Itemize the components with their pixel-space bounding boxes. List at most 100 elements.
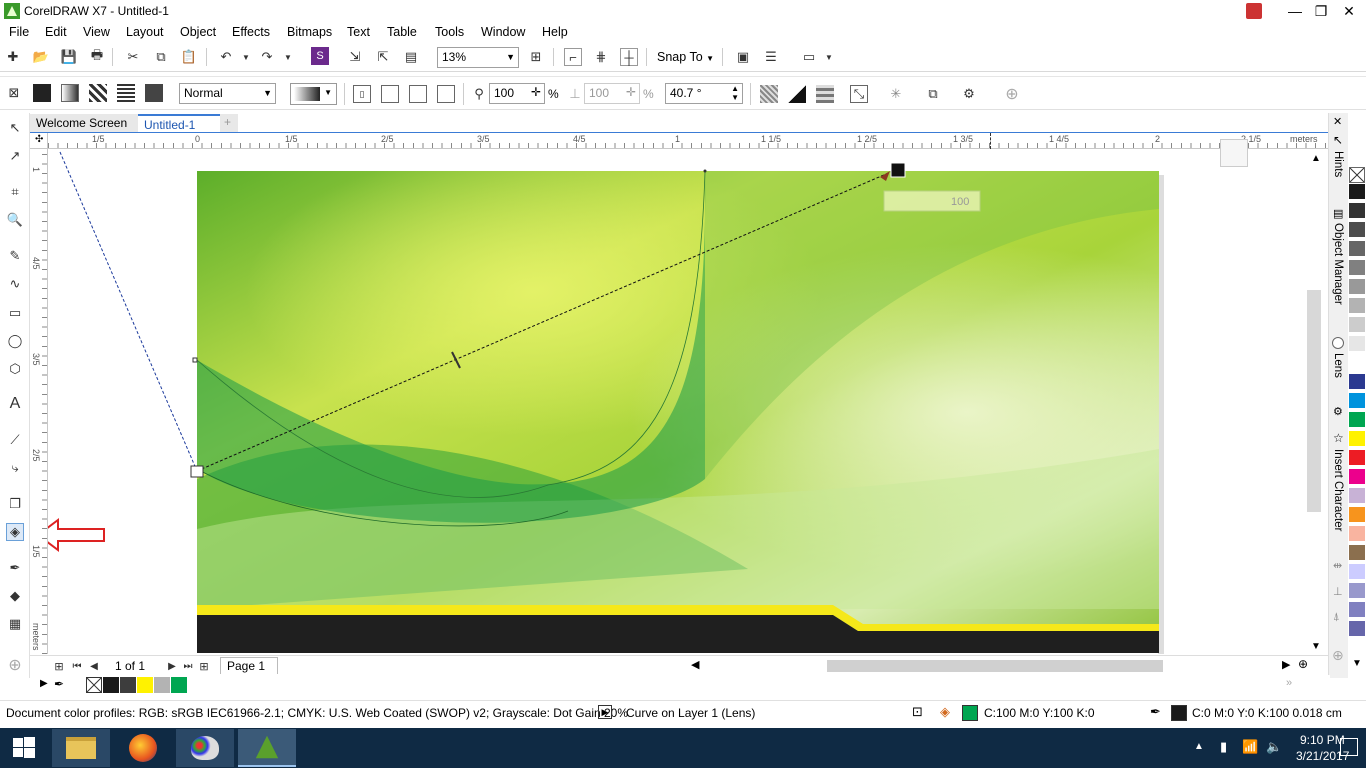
zoom-level-select[interactable]: 13% ▼ <box>437 47 519 68</box>
undo-icon[interactable]: ↶ <box>217 48 235 66</box>
docker-close-icon[interactable]: ✕ <box>1333 115 1342 128</box>
add-tab-button[interactable]: + <box>220 114 238 133</box>
menu-text[interactable]: Text <box>347 25 370 39</box>
palette-swatch[interactable] <box>1349 260 1365 276</box>
undo-dropdown-icon[interactable]: ▼ <box>237 48 255 66</box>
guidelines-toggle-icon[interactable]: ┼ <box>620 48 638 66</box>
open-icon[interactable]: 📂 <box>32 48 50 66</box>
interactive-fill-tool-icon[interactable]: ◆ <box>6 587 24 605</box>
docker-tab-object-manager[interactable]: Object Manager <box>1332 223 1344 305</box>
docker-tab-insert-character[interactable]: Insert Character <box>1332 449 1344 531</box>
freehand-tool-icon[interactable]: ✎ <box>6 247 24 265</box>
zoom-fit-icon[interactable]: ⊞ <box>527 48 545 66</box>
windows-start-icon[interactable] <box>0 729 48 767</box>
first-page-icon[interactable]: ⏮ <box>68 657 86 675</box>
export-icon[interactable]: ⇱ <box>374 48 392 66</box>
menu-bitmaps[interactable]: Bitmaps <box>287 25 332 39</box>
merge-mode-select[interactable]: Normal ▼ <box>179 83 276 104</box>
connector-tool-icon[interactable]: ⤷ <box>6 459 24 477</box>
palette-swatch[interactable] <box>1349 526 1365 542</box>
menu-view[interactable]: View <box>83 25 110 39</box>
docker-tab-hints[interactable]: Hints <box>1332 151 1344 177</box>
import-icon[interactable]: ⇲ <box>346 48 364 66</box>
redo-dropdown-icon[interactable]: ▼ <box>279 48 297 66</box>
show-hidden-icons[interactable]: ▲ <box>1194 741 1204 752</box>
customize-toolbar-icon[interactable]: ▭ <box>800 48 818 66</box>
menu-tools[interactable]: Tools <box>435 25 464 39</box>
palette-swatch[interactable] <box>1349 488 1365 504</box>
palette-swatch[interactable] <box>1349 412 1365 428</box>
menu-edit[interactable]: Edit <box>45 25 67 39</box>
midpoint-input[interactable]: 100 ✛ <box>584 83 640 104</box>
search-content-icon[interactable]: S <box>311 47 329 65</box>
zoom-navigator-icon[interactable]: ⊕ <box>1298 657 1308 671</box>
transparency-tool-icon[interactable]: ◈ <box>6 523 24 541</box>
node-opacity-input[interactable]: 100 ✛ <box>489 83 545 104</box>
publish-pdf-icon[interactable]: ▤ <box>402 48 420 66</box>
transparency-picker[interactable]: ▼ <box>290 83 337 105</box>
coreldraw-taskbar-icon[interactable] <box>238 729 296 767</box>
page-1-tab[interactable]: Page 1 <box>220 657 278 674</box>
palette-swatch[interactable] <box>1349 317 1365 333</box>
text-tool-icon[interactable]: A <box>6 395 24 413</box>
battery-icon[interactable]: ▮ <box>1220 739 1227 755</box>
navigator-button[interactable] <box>1220 139 1248 167</box>
fountain-transparency-icon[interactable] <box>61 84 79 102</box>
menu-file[interactable]: File <box>9 25 29 39</box>
zoom-tool-icon[interactable]: 🔍 <box>6 211 24 229</box>
menu-layout[interactable]: Layout <box>126 25 164 39</box>
paint-icon[interactable] <box>176 729 234 767</box>
scroll-left-icon[interactable]: ◀ <box>691 658 699 671</box>
angle-input[interactable]: 40.7 ° ▲ ▼ <box>665 83 743 104</box>
linear-fountain-icon[interactable]: ▯ <box>353 85 371 103</box>
redo-icon[interactable]: ↷ <box>258 48 276 66</box>
doc-palette-swatch[interactable] <box>171 677 187 693</box>
palette-swatch[interactable] <box>1349 298 1365 314</box>
dimension-icon[interactable]: ⊥ <box>1333 585 1343 598</box>
doc-palette-swatch[interactable] <box>137 677 153 693</box>
vertical-scroll-thumb[interactable] <box>1307 290 1321 512</box>
new-document-icon[interactable]: ✚ <box>4 48 22 66</box>
palette-swatch[interactable] <box>1349 374 1365 390</box>
palette-swatch[interactable] <box>1349 507 1365 523</box>
palette-swatch[interactable] <box>1349 621 1365 637</box>
shape-tool-icon[interactable]: ↗ <box>6 147 24 165</box>
rectangle-tool-icon[interactable]: ▭ <box>6 304 24 322</box>
transparency-start-handle[interactable] <box>190 465 204 478</box>
docker-tab-lens[interactable]: Lens <box>1332 353 1344 378</box>
doc-palette-eyedropper-icon[interactable]: ✒ <box>54 677 64 691</box>
tab-untitled-1[interactable]: Untitled-1 <box>138 114 220 133</box>
palette-swatch[interactable] <box>1349 602 1365 618</box>
application-launcher-icon[interactable]: ☰ <box>762 48 780 66</box>
crop-tool-icon[interactable]: ⌗ <box>6 183 24 201</box>
doc-palette-swatch[interactable] <box>103 677 119 693</box>
horizontal-ruler[interactable]: 1/5 0 1/5 2/5 3/5 4/5 1 1 1/5 1 2/5 1 3/… <box>48 133 1328 149</box>
palette-swatch[interactable] <box>1349 469 1365 485</box>
rectangular-fountain-icon[interactable] <box>437 85 455 103</box>
tab-welcome-screen[interactable]: Welcome Screen <box>30 114 138 133</box>
transparency-end-handle[interactable] <box>890 162 906 178</box>
drawing-canvas[interactable]: 100 <box>48 149 1306 654</box>
status-expand-icon[interactable]: ▶ <box>598 705 612 719</box>
copy-icon[interactable]: ⧉ <box>152 48 170 66</box>
ruler-origin[interactable]: ✣ <box>30 133 48 149</box>
user-account-icon[interactable] <box>1246 3 1262 19</box>
reverse-transparency-icon[interactable] <box>788 85 806 103</box>
palette-swatch[interactable] <box>1349 431 1365 447</box>
file-explorer-icon[interactable] <box>52 729 110 767</box>
palette-swatch[interactable] <box>1349 393 1365 409</box>
no-color-swatch[interactable] <box>1349 167 1365 183</box>
fill-color-swatch[interactable] <box>962 705 978 721</box>
palette-scroll-down-icon[interactable]: ▼ <box>1352 658 1362 669</box>
elliptical-fountain-icon[interactable] <box>381 85 399 103</box>
palette-swatch[interactable] <box>1349 450 1365 466</box>
palette-swatch[interactable] <box>1349 279 1365 295</box>
palette-swatch[interactable] <box>1349 564 1365 580</box>
smooth-transparency-icon[interactable] <box>816 85 834 103</box>
add-page-before-icon[interactable]: ⊞ <box>50 657 68 675</box>
customize-dropdown-icon[interactable]: ▼ <box>820 48 838 66</box>
bitmap-pattern-transparency-icon[interactable] <box>117 84 135 102</box>
previous-page-icon[interactable]: ◀ <box>85 657 103 675</box>
action-center-icon[interactable] <box>1340 738 1358 756</box>
vertical-scrollbar[interactable]: ▲ ▼ <box>1220 139 1328 654</box>
